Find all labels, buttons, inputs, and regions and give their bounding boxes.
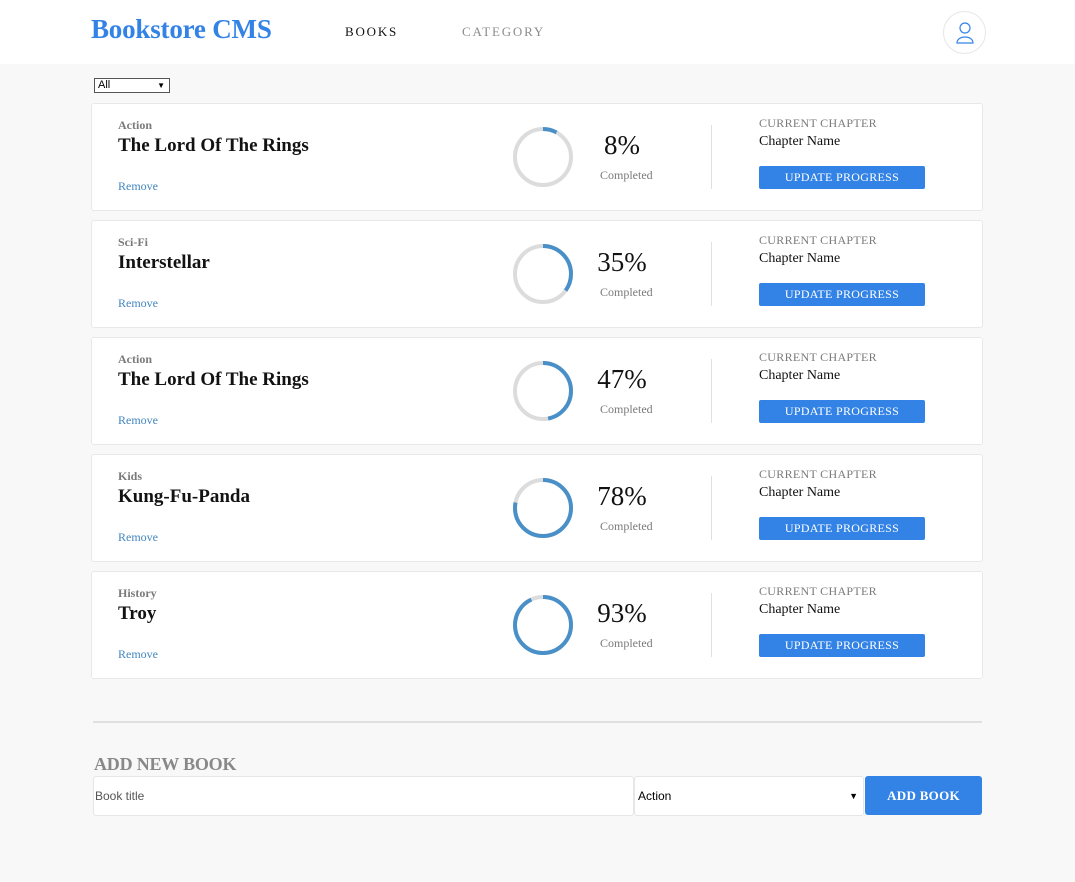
remove-book-link[interactable]: Remove [118,296,158,311]
site-header: Bookstore CMS BOOKS CATEGORY [0,0,1075,64]
add-book-button[interactable]: ADD BOOK [865,776,982,815]
category-selected-value: Action [638,789,672,803]
current-chapter-label: CURRENT CHAPTER [759,233,877,247]
user-avatar-button[interactable] [943,11,986,54]
update-progress-button[interactable]: UPDATE PROGRESS [759,283,925,306]
book-category-select[interactable]: Action ▼ [634,776,864,816]
book-title: The Lord Of The Rings [118,135,309,156]
completed-label: Completed [600,402,653,416]
card-divider [711,359,712,423]
completed-label: Completed [600,168,653,182]
progress-percent: 8% [604,130,640,160]
nav-category[interactable]: CATEGORY [462,24,545,40]
card-divider [711,125,712,189]
book-genre: Sci-Fi [118,235,148,249]
update-progress-button[interactable]: UPDATE PROGRESS [759,517,925,540]
progress-ring [513,244,573,304]
book-genre: Kids [118,469,143,483]
category-filter-select[interactable]: All ▼ [94,78,170,93]
progress-percent: 35% [597,247,647,277]
current-chapter-name: Chapter Name [759,602,841,617]
card-divider [711,476,712,540]
book-card: History Troy Remove 93% Completed CURRENT CHA… [91,571,983,679]
current-chapter-name: Chapter Name [759,251,841,266]
chevron-down-icon: ▼ [157,81,165,90]
add-book-heading: ADD NEW BOOK [94,754,237,774]
current-chapter-name: Chapter Name [759,485,841,500]
remove-book-link[interactable]: Remove [118,647,158,662]
book-card: Kids Kung-Fu-Panda Remove 78% Completed CURRE… [91,454,983,562]
book-title-input[interactable]: Book title [93,776,634,816]
book-title: Troy [118,603,157,624]
progress-ring [513,361,573,421]
remove-book-link[interactable]: Remove [118,413,158,428]
book-genre: Action [118,352,152,366]
chevron-down-icon: ▼ [849,791,858,801]
book-genre: Action [118,118,152,132]
current-chapter-name: Chapter Name [759,368,841,383]
book-title: Kung-Fu-Panda [118,486,250,507]
app-logo[interactable]: Bookstore CMS [91,14,272,45]
book-title: The Lord Of The Rings [118,369,309,390]
completed-label: Completed [600,285,653,299]
progress-percent: 93% [597,598,647,628]
update-progress-button[interactable]: UPDATE PROGRESS [759,166,925,189]
user-icon [955,21,974,44]
update-progress-button[interactable]: UPDATE PROGRESS [759,634,925,657]
progress-ring [513,478,573,538]
section-divider [93,721,982,723]
book-card: Sci-Fi Interstellar Remove 35% Completed CURR… [91,220,983,328]
remove-book-link[interactable]: Remove [118,530,158,545]
progress-ring [513,127,573,187]
book-card: Action The Lord Of The Rings Remove 47% Comp… [91,337,983,445]
card-divider [711,242,712,306]
filter-selected-value: All [98,79,111,91]
completed-label: Completed [600,636,653,650]
remove-book-link[interactable]: Remove [118,179,158,194]
book-title: Interstellar [118,252,210,273]
current-chapter-name: Chapter Name [759,134,841,149]
book-genre: History [118,586,157,600]
nav-books[interactable]: BOOKS [345,24,398,40]
card-divider [711,593,712,657]
progress-ring [513,595,573,655]
book-card: Action The Lord Of The Rings Remove 8% Compl… [91,103,983,211]
current-chapter-label: CURRENT CHAPTER [759,350,877,364]
current-chapter-label: CURRENT CHAPTER [759,467,877,481]
completed-label: Completed [600,519,653,533]
progress-percent: 78% [597,481,647,511]
current-chapter-label: CURRENT CHAPTER [759,116,877,130]
update-progress-button[interactable]: UPDATE PROGRESS [759,400,925,423]
current-chapter-label: CURRENT CHAPTER [759,584,877,598]
progress-percent: 47% [597,364,647,394]
